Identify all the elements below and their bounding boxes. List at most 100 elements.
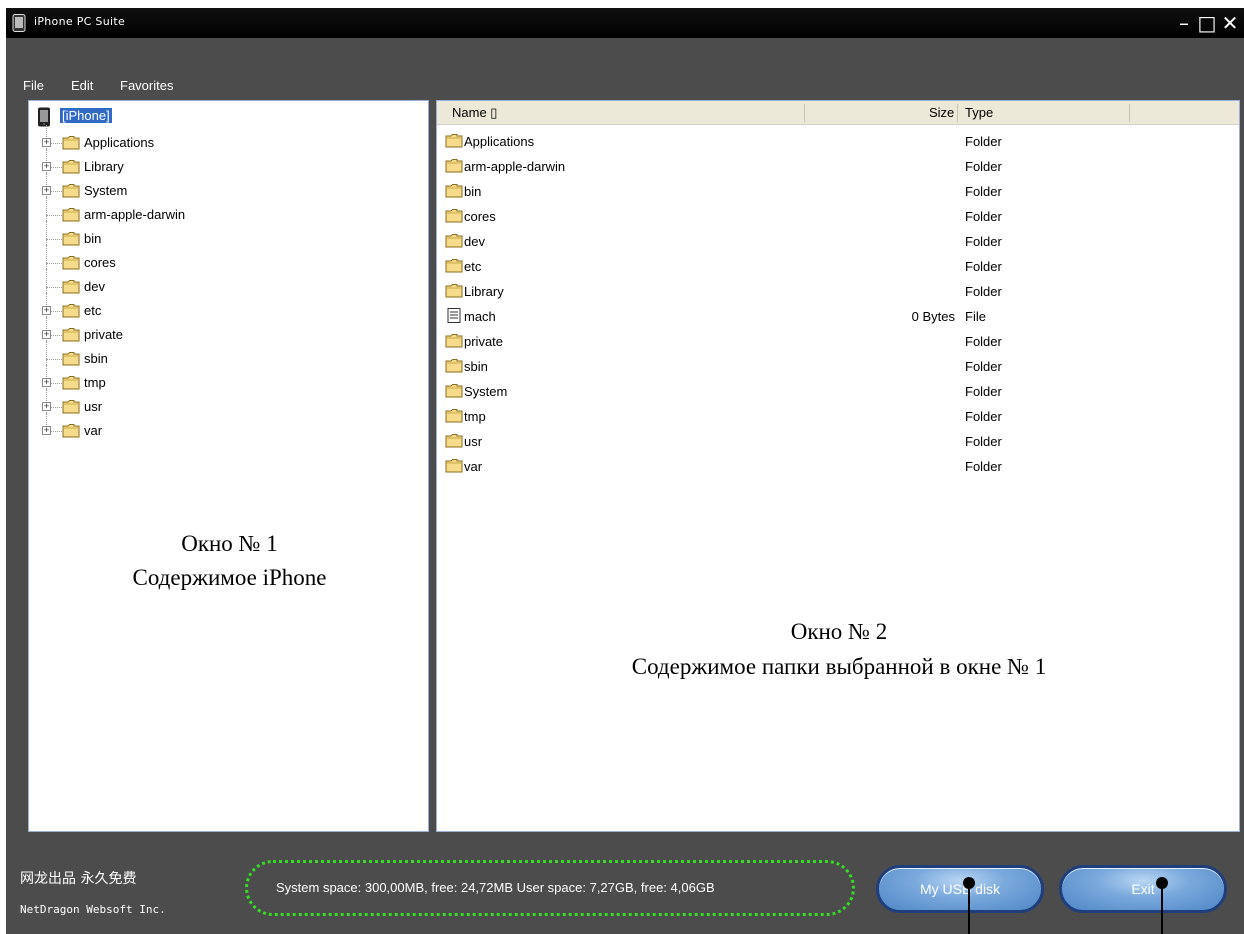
tree-connector (46, 215, 62, 216)
tree-connector (46, 221, 47, 245)
list-item[interactable]: System Folder (437, 379, 1239, 404)
title-bar[interactable]: iPhone PC Suite – □ ✕ (6, 8, 1244, 38)
expand-plus-icon[interactable]: + (42, 186, 51, 195)
tree-connector (46, 359, 62, 360)
folder-icon (62, 303, 80, 318)
tree-item-library[interactable]: Library (84, 159, 124, 174)
expand-plus-icon[interactable]: + (42, 330, 51, 339)
column-type-header[interactable]: Type (965, 105, 993, 120)
file-type: Folder (965, 409, 1002, 424)
list-item[interactable]: etc Folder (437, 254, 1239, 279)
list-item[interactable]: sbin Folder (437, 354, 1239, 379)
brand-chinese-text: 网龙出品 永久免费 (20, 871, 137, 887)
file-type: Folder (965, 159, 1002, 174)
column-name-header[interactable]: Name ▯ (452, 105, 497, 121)
list-item[interactable]: dev Folder (437, 229, 1239, 254)
folder-icon (445, 183, 463, 198)
file-type: Folder (965, 434, 1002, 449)
tree-item-system[interactable]: System (84, 183, 127, 198)
folder-icon (445, 333, 463, 348)
list-item[interactable]: tmp Folder (437, 404, 1239, 429)
annotation-pointer-line (968, 885, 970, 934)
minimize-button[interactable]: – (1174, 12, 1194, 34)
expand-plus-icon[interactable]: + (42, 138, 51, 147)
expand-plus-icon[interactable]: + (42, 402, 51, 411)
expand-plus-icon[interactable]: + (42, 426, 51, 435)
file-type: Folder (965, 134, 1002, 149)
menu-file[interactable]: File (23, 78, 44, 93)
app-window: iPhone PC Suite – □ ✕ File Edit Favorite… (6, 8, 1244, 934)
column-size-header[interactable]: Size (929, 105, 954, 120)
file-type: Folder (965, 184, 1002, 199)
tree-root-iphone[interactable]: [iPhone] (60, 108, 112, 123)
list-item[interactable]: cores Folder (437, 204, 1239, 229)
tree-item-cores[interactable]: cores (84, 255, 116, 270)
sort-indicator-icon: ▯ (486, 105, 498, 120)
tree-item-dev[interactable]: dev (84, 279, 105, 294)
list-item[interactable]: arm-apple-darwin Folder (437, 154, 1239, 179)
minimize-icon: – (1179, 11, 1189, 35)
list-item[interactable]: Applications Folder (437, 129, 1239, 154)
folder-icon (445, 133, 463, 148)
folder-icon (62, 399, 80, 414)
exit-button-label: Exit (1131, 881, 1155, 897)
close-button[interactable]: ✕ (1220, 12, 1240, 34)
tree-item-var[interactable]: var (84, 423, 102, 438)
folder-icon (445, 283, 463, 298)
iphone-device-icon (38, 107, 50, 127)
file-name: var (464, 459, 483, 474)
tree-item-sbin[interactable]: sbin (84, 351, 108, 366)
list-item[interactable]: private Folder (437, 329, 1239, 354)
menu-edit[interactable]: Edit (71, 78, 93, 93)
folder-icon (62, 135, 80, 150)
file-name: private (464, 334, 504, 349)
list-item[interactable]: mach 0 Bytes File (437, 304, 1239, 329)
storage-info-highlight: System space: 300,00MB, free: 24,72MB Us… (245, 860, 855, 916)
window-1-caption-line1: Окно № 1 (181, 531, 278, 556)
tree-item-bin[interactable]: bin (84, 231, 101, 246)
maximize-button[interactable]: □ (1197, 12, 1217, 34)
maximize-icon: □ (1197, 11, 1217, 35)
tree-item-usr[interactable]: usr (84, 399, 102, 414)
file-type: Folder (965, 209, 1002, 224)
exit-button[interactable]: Exit (1059, 865, 1227, 913)
list-item[interactable]: bin Folder (437, 179, 1239, 204)
expand-plus-icon[interactable]: + (42, 378, 51, 387)
iphone-app-icon (12, 14, 26, 32)
file-name: tmp (464, 409, 486, 424)
column-separator[interactable] (1129, 104, 1130, 122)
folder-tree-panel[interactable]: [iPhone] + Applications + Library + System arm… (28, 100, 429, 832)
folder-icon (62, 183, 80, 198)
file-name: usr (464, 434, 483, 449)
list-item[interactable]: Library Folder (437, 279, 1239, 304)
expand-plus-icon[interactable]: + (42, 306, 51, 315)
window-1-caption-line2: Содержимое iPhone (132, 565, 327, 590)
expand-plus-icon[interactable]: + (42, 162, 51, 171)
tree-item-private[interactable]: private (84, 327, 123, 342)
file-name: Library (464, 284, 504, 299)
column-separator[interactable] (804, 104, 805, 122)
list-item[interactable]: usr Folder (437, 429, 1239, 454)
annotation-pointer-line (1161, 885, 1163, 934)
tree-item-etc[interactable]: etc (84, 303, 101, 318)
folder-icon (445, 208, 463, 223)
close-icon: ✕ (1221, 11, 1239, 35)
menu-favorites[interactable]: Favorites (120, 78, 173, 93)
folder-icon (445, 433, 463, 448)
folder-icon (62, 375, 80, 390)
file-list-panel[interactable]: Name ▯ Size Type Applications Folder arm-a… (436, 100, 1240, 832)
folder-icon (445, 358, 463, 373)
window-2-caption-line2: Содержимое папки выбранной в окне № 1 (631, 654, 1047, 679)
folder-icon (62, 231, 80, 246)
file-type: Folder (965, 359, 1002, 374)
column-separator[interactable] (957, 104, 958, 122)
usb-disk-button[interactable]: My USB disk (876, 865, 1044, 913)
usb-disk-button-label: My USB disk (919, 881, 1001, 897)
window-2-caption-line1: Окно № 2 (790, 619, 888, 644)
tree-item-applications[interactable]: Applications (84, 135, 154, 150)
tree-item-arm-apple-darwin[interactable]: arm-apple-darwin (84, 207, 185, 222)
list-item[interactable]: var Folder (437, 454, 1239, 479)
folder-icon (62, 423, 80, 438)
tree-item-tmp[interactable]: tmp (84, 375, 106, 390)
list-header: Name ▯ Size Type (437, 101, 1239, 125)
